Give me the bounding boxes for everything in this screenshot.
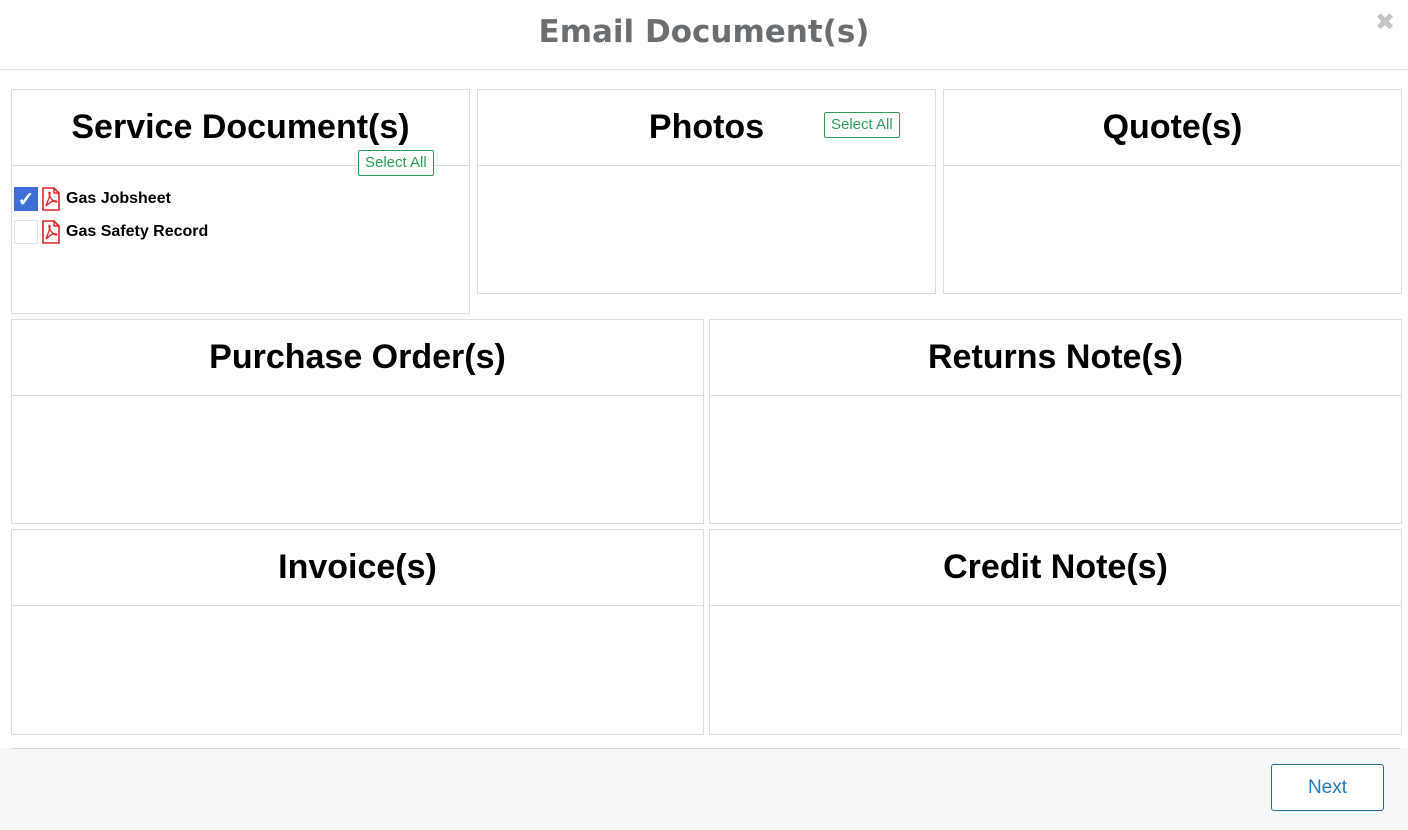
- gas-jobsheet-checkbox[interactable]: ✓: [14, 187, 38, 211]
- panel-title: Quote(s): [1102, 108, 1243, 146]
- panel-title: Service Document(s): [71, 108, 410, 146]
- pdf-icon: [41, 220, 61, 244]
- panel-service-documents: Service Document(s) Select All ✓ Gas Job…: [11, 89, 470, 314]
- panel-title: Purchase Order(s): [209, 338, 506, 376]
- gas-safety-record-checkbox[interactable]: [14, 220, 38, 244]
- panel-credit-notes: Credit Note(s): [709, 529, 1402, 735]
- panel-title: Invoice(s): [278, 548, 437, 586]
- panel-header: Quote(s): [944, 90, 1401, 166]
- modal-header: Email Document(s) ✖: [0, 0, 1408, 70]
- document-list: ✓ Gas Jobsheet Gas Safety Record: [14, 186, 469, 252]
- select-all-service-documents-button[interactable]: Select All: [358, 150, 434, 176]
- list-item: Gas Safety Record: [14, 219, 469, 245]
- close-icon[interactable]: ✖: [1374, 8, 1396, 36]
- panel-quotes: Quote(s): [943, 89, 1402, 294]
- document-label[interactable]: Gas Safety Record: [66, 223, 208, 241]
- document-label[interactable]: Gas Jobsheet: [66, 190, 171, 208]
- panel-header: Purchase Order(s): [12, 320, 703, 396]
- panel-header: Invoice(s): [12, 530, 703, 606]
- modal-title: Email Document(s): [538, 14, 870, 50]
- panel-photos: Photos Select All: [477, 89, 936, 294]
- panel-returns-notes: Returns Note(s): [709, 319, 1402, 524]
- list-item: ✓ Gas Jobsheet: [14, 186, 469, 212]
- footer-divider: [11, 748, 1401, 749]
- panel-invoices: Invoice(s): [11, 529, 704, 735]
- panel-title: Credit Note(s): [943, 548, 1168, 586]
- select-all-photos-button[interactable]: Select All: [824, 112, 900, 138]
- panel-title: Returns Note(s): [927, 338, 1184, 376]
- panel-header: Returns Note(s): [710, 320, 1401, 396]
- panel-title: Photos: [648, 108, 765, 146]
- panel-purchase-orders: Purchase Order(s): [11, 319, 704, 524]
- next-button[interactable]: Next: [1271, 764, 1384, 811]
- pdf-icon: [41, 187, 61, 211]
- panel-header: Credit Note(s): [710, 530, 1401, 606]
